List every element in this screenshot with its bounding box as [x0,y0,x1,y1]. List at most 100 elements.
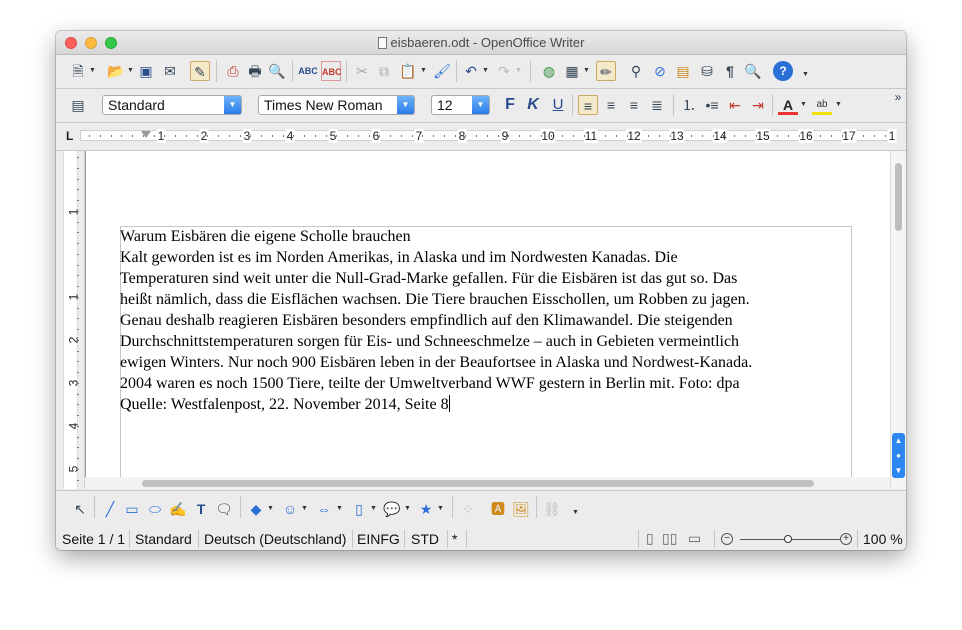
block-arrows-dropdown[interactable]: ▼ [336,499,343,519]
select-arrow-icon[interactable]: ↖ [70,499,90,519]
symbol-shapes-icon[interactable]: ☺ [280,499,300,519]
email-icon[interactable]: ✉ [160,61,180,81]
justify-icon[interactable]: ≣ [647,95,667,115]
styles-formatting-icon[interactable]: ▤ [68,95,88,115]
multi-page-view-icon[interactable]: ▯▯ [662,530,677,547]
single-page-view-icon[interactable]: ▯ [646,530,654,547]
previous-page-icon[interactable]: ▲ [892,433,905,448]
format-paintbrush-icon[interactable]: 🖌 [432,61,452,81]
book-view-icon[interactable]: ▭ [688,530,701,547]
from-file-icon[interactable]: 🖼 [511,499,531,519]
callout-icon[interactable]: 🗨 [214,499,234,519]
table-icon[interactable]: ▦ [562,61,582,81]
points-icon[interactable]: ⁘ [458,499,478,519]
navigation-icon[interactable]: ● [892,448,905,463]
decrease-indent-icon[interactable]: ⇤ [725,95,745,115]
text-icon[interactable]: T [191,499,211,519]
status-zoom[interactable]: 100 % [863,531,903,547]
line-icon[interactable]: ╱ [100,499,120,519]
font-name-select[interactable]: Times New Roman ▼ [258,95,415,115]
hyperlink-icon[interactable]: ◍ [539,61,559,81]
stars-dropdown[interactable]: ▼ [437,499,444,519]
undo-icon[interactable]: ↶ [461,61,481,81]
flowchart-icon[interactable]: ▯ [349,499,369,519]
status-page[interactable]: Seite 1 / 1 [62,531,125,547]
horizontal-scroll-thumb[interactable] [142,480,814,487]
vertical-scroll-thumb[interactable] [895,163,902,231]
numbering-icon[interactable]: ⒈ [679,95,699,115]
basic-shapes-dropdown[interactable]: ▼ [267,499,274,519]
align-right-icon[interactable]: ≡ [624,95,644,115]
chevron-down-icon[interactable]: ▼ [224,96,241,114]
show-draw-icon[interactable]: ✏ [596,61,616,81]
navigator-icon[interactable]: ⊘ [650,61,670,81]
extrusion-icon[interactable]: ⛓ [542,499,562,519]
toolbar-overflow-button[interactable]: » [892,87,904,107]
symbol-shapes-dropdown[interactable]: ▼ [301,499,308,519]
drawbar-overflow-dropdown[interactable]: ▼ [572,503,579,523]
document-area[interactable]: Warum Eisbären die eigene Scholle brauch… [85,151,890,489]
next-page-icon[interactable]: ▼ [892,463,905,478]
table-dropdown[interactable]: ▼ [583,61,590,81]
paragraph-style-select[interactable]: Standard ▼ [102,95,242,115]
spellcheck-icon[interactable]: ABC [298,61,318,81]
bold-button[interactable]: F [500,95,520,115]
increase-indent-icon[interactable]: ⇥ [748,95,768,115]
horizontal-scrollbar[interactable] [85,477,890,489]
redo-dropdown[interactable]: ▼ [515,61,522,81]
edit-file-icon[interactable]: ✎ [190,61,210,81]
align-center-icon[interactable]: ≡ [601,95,621,115]
data-sources-icon[interactable]: ⛁ [697,61,717,81]
zoom-icon[interactable]: 🔍 [743,61,763,81]
vertical-ruler[interactable]: 112345 [56,151,85,489]
underline-button[interactable]: U [548,95,568,115]
font-color-icon[interactable]: A [778,95,798,115]
find-replace-icon[interactable]: ⚲ [626,61,646,81]
formatting-marks-icon[interactable]: ¶ [720,61,740,81]
callouts-dropdown[interactable]: ▼ [404,499,411,519]
ruler-strip[interactable]: 1 2 3 4 5 6 7 8 9 10 11 12 13 14 15 16 17 1 [80,129,897,143]
highlight-dropdown[interactable]: ▼ [835,95,842,115]
chevron-down-icon[interactable]: ▼ [397,96,414,114]
auto-spellcheck-icon[interactable]: ABC [321,61,342,81]
print-icon[interactable]: 🖶 [245,61,265,81]
align-left-icon[interactable]: ≡ [578,95,598,115]
open-dropdown[interactable]: ▼ [127,61,134,81]
paste-icon[interactable]: 📋 [398,61,418,81]
redo-icon[interactable]: ↷ [494,61,514,81]
callouts-icon[interactable]: 💬 [382,499,402,519]
toolbar-overflow-dropdown[interactable]: ▼ [802,65,809,85]
italic-button[interactable]: K [523,95,543,115]
open-icon[interactable]: 📂 [106,61,126,81]
gallery-icon[interactable]: ▤ [673,61,693,81]
paste-dropdown[interactable]: ▼ [420,61,427,81]
zoom-slider-knob[interactable] [784,535,792,543]
zoom-out-button[interactable]: − [721,533,733,545]
new-document-icon[interactable]: 🗎 [68,61,88,81]
highlight-icon[interactable]: ab [812,95,832,115]
status-language[interactable]: Deutsch (Deutschland) [204,531,346,547]
freeform-icon[interactable]: ✍ [168,499,188,519]
status-selection-mode[interactable]: STD [411,531,439,547]
block-arrows-icon[interactable]: ⇔ [314,499,334,519]
help-icon[interactable]: ? [773,61,793,81]
cut-icon[interactable]: ✂ [352,61,372,81]
vertical-ruler-strip[interactable]: 112345 [63,151,80,489]
undo-dropdown[interactable]: ▼ [482,61,489,81]
chevron-down-icon[interactable]: ▼ [472,96,489,114]
font-color-dropdown[interactable]: ▼ [800,95,807,115]
document-text[interactable]: Warum Eisbären die eigene Scholle brauch… [120,228,752,413]
new-document-dropdown[interactable]: ▼ [89,61,96,81]
page-preview-icon[interactable]: 🔍 [267,61,287,81]
save-icon[interactable]: ▣ [136,61,156,81]
vertical-scrollbar[interactable]: ▲ ● ▼ [890,151,906,489]
status-insert-mode[interactable]: EINFG [357,531,400,547]
pdf-export-icon[interactable]: ⎙ [223,61,243,81]
document-body[interactable]: Warum Eisbären die eigene Scholle brauch… [120,226,860,415]
tab-stop-selector[interactable]: L [66,129,73,143]
status-page-style[interactable]: Standard [135,531,192,547]
bullets-icon[interactable]: •≡ [702,95,722,115]
font-size-select[interactable]: 12 ▼ [431,95,490,115]
ellipse-icon[interactable]: ⬭ [145,499,165,519]
copy-icon[interactable]: ⧉ [374,61,394,81]
